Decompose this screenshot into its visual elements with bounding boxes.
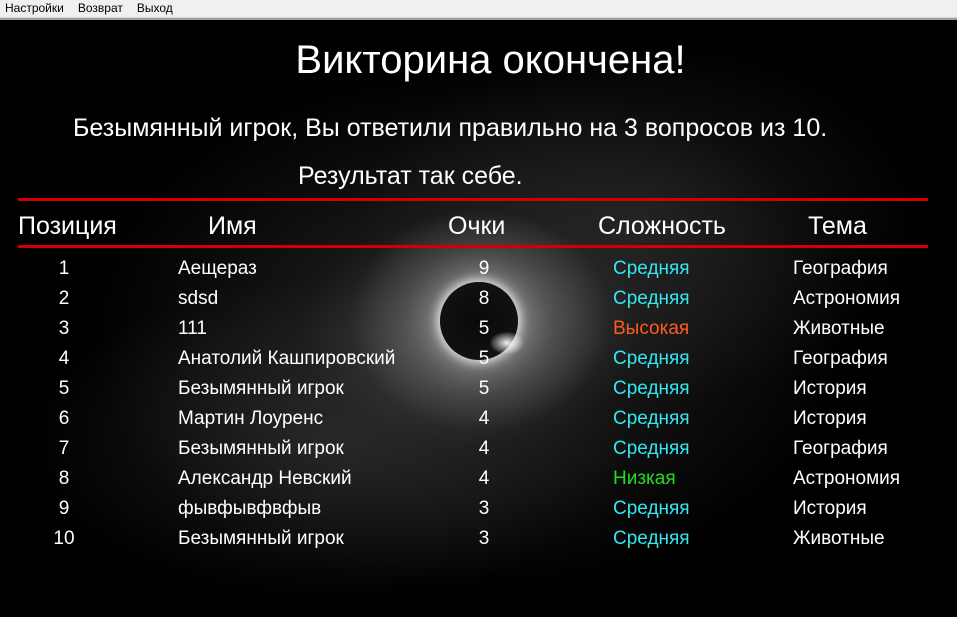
result-message: Безымянный игрок, Вы ответили правильно … [73, 114, 828, 142]
row-topic: География [793, 258, 888, 279]
row-topic: Животные [793, 318, 885, 339]
row-score: 4 [478, 408, 490, 429]
table-row: 4 Анатолий Кашпировский 5 Средняя Геогра… [0, 348, 957, 378]
row-name: Мартин Лоуренс [178, 408, 324, 429]
row-difficulty: Высокая [613, 318, 690, 339]
row-name: фывфывфвфыв [178, 498, 322, 519]
row-position: 3 [58, 318, 70, 339]
row-score: 5 [478, 348, 490, 369]
row-difficulty: Низкая [613, 468, 676, 489]
row-position: 10 [53, 528, 75, 549]
row-difficulty: Средняя [613, 438, 690, 459]
row-difficulty: Средняя [613, 258, 690, 279]
row-difficulty: Средняя [613, 408, 690, 429]
row-name: Александр Невский [178, 468, 352, 489]
row-score: 4 [478, 438, 490, 459]
menu-bar: Настройки Возврат Выход [0, 0, 957, 18]
row-position: 8 [58, 468, 70, 489]
row-topic: История [793, 408, 867, 429]
row-position: 4 [58, 348, 70, 369]
column-header-difficulty: Сложность [598, 212, 726, 240]
row-position: 6 [58, 408, 70, 429]
row-difficulty: Средняя [613, 378, 690, 399]
column-header-score: Очки [448, 212, 506, 240]
table-row: 10 Безымянный игрок 3 Средняя Животные [0, 528, 957, 558]
quiz-results-window: Настройки Возврат Выход Викторина оконче… [0, 0, 957, 617]
row-topic: География [793, 348, 888, 369]
row-score: 5 [478, 378, 490, 399]
result-verdict: Результат так себе. [298, 162, 523, 190]
row-position: 2 [58, 288, 70, 309]
row-score: 3 [478, 528, 490, 549]
row-score: 8 [478, 288, 490, 309]
row-name: Безымянный игрок [178, 378, 344, 399]
row-name: Анатолий Кашпировский [178, 348, 396, 369]
row-difficulty: Средняя [613, 498, 690, 519]
menu-item-back[interactable]: Возврат [71, 0, 130, 17]
row-score: 4 [478, 468, 490, 489]
column-header-name: Имя [208, 212, 257, 240]
row-topic: Астрономия [793, 288, 901, 309]
table-row: 8 Александр Невский 4 Низкая Астрономия [0, 468, 957, 498]
table-header-top-rule [18, 198, 928, 201]
row-score: 9 [478, 258, 490, 279]
row-position: 7 [58, 438, 70, 459]
row-name: 111 [178, 318, 207, 339]
table-row: 5 Безымянный игрок 5 Средняя История [0, 378, 957, 408]
column-header-topic: Тема [808, 212, 867, 240]
row-name: Безымянный игрок [178, 438, 344, 459]
table-row: 1 Аещераз 9 Средняя География [0, 258, 957, 288]
row-topic: История [793, 378, 867, 399]
row-position: 9 [58, 498, 70, 519]
table-row: 6 Мартин Лоуренс 4 Средняя История [0, 408, 957, 438]
row-difficulty: Средняя [613, 528, 690, 549]
table-row: 7 Безымянный игрок 4 Средняя География [0, 438, 957, 468]
row-name: sdsd [178, 288, 219, 309]
row-topic: Животные [793, 528, 885, 549]
row-score: 5 [478, 318, 490, 339]
row-difficulty: Средняя [613, 288, 690, 309]
table-row: 9 фывфывфвфыв 3 Средняя История [0, 498, 957, 528]
table-row: 3 111 5 Высокая Животные [0, 318, 957, 348]
menu-item-exit[interactable]: Выход [130, 0, 180, 17]
row-score: 3 [478, 498, 490, 519]
table-row: 2 sdsd 8 Средняя Астрономия [0, 288, 957, 318]
row-topic: История [793, 498, 867, 519]
row-difficulty: Средняя [613, 348, 690, 369]
table-header-bottom-rule [18, 245, 928, 248]
page-title: Викторина окончена! [295, 38, 686, 82]
row-topic: География [793, 438, 888, 459]
row-name: Безымянный игрок [178, 528, 344, 549]
row-position: 5 [58, 378, 70, 399]
row-topic: Астрономия [793, 468, 901, 489]
column-header-position: Позиция [18, 212, 117, 240]
row-position: 1 [58, 258, 70, 279]
row-name: Аещераз [178, 258, 257, 279]
menu-item-settings[interactable]: Настройки [0, 0, 71, 17]
